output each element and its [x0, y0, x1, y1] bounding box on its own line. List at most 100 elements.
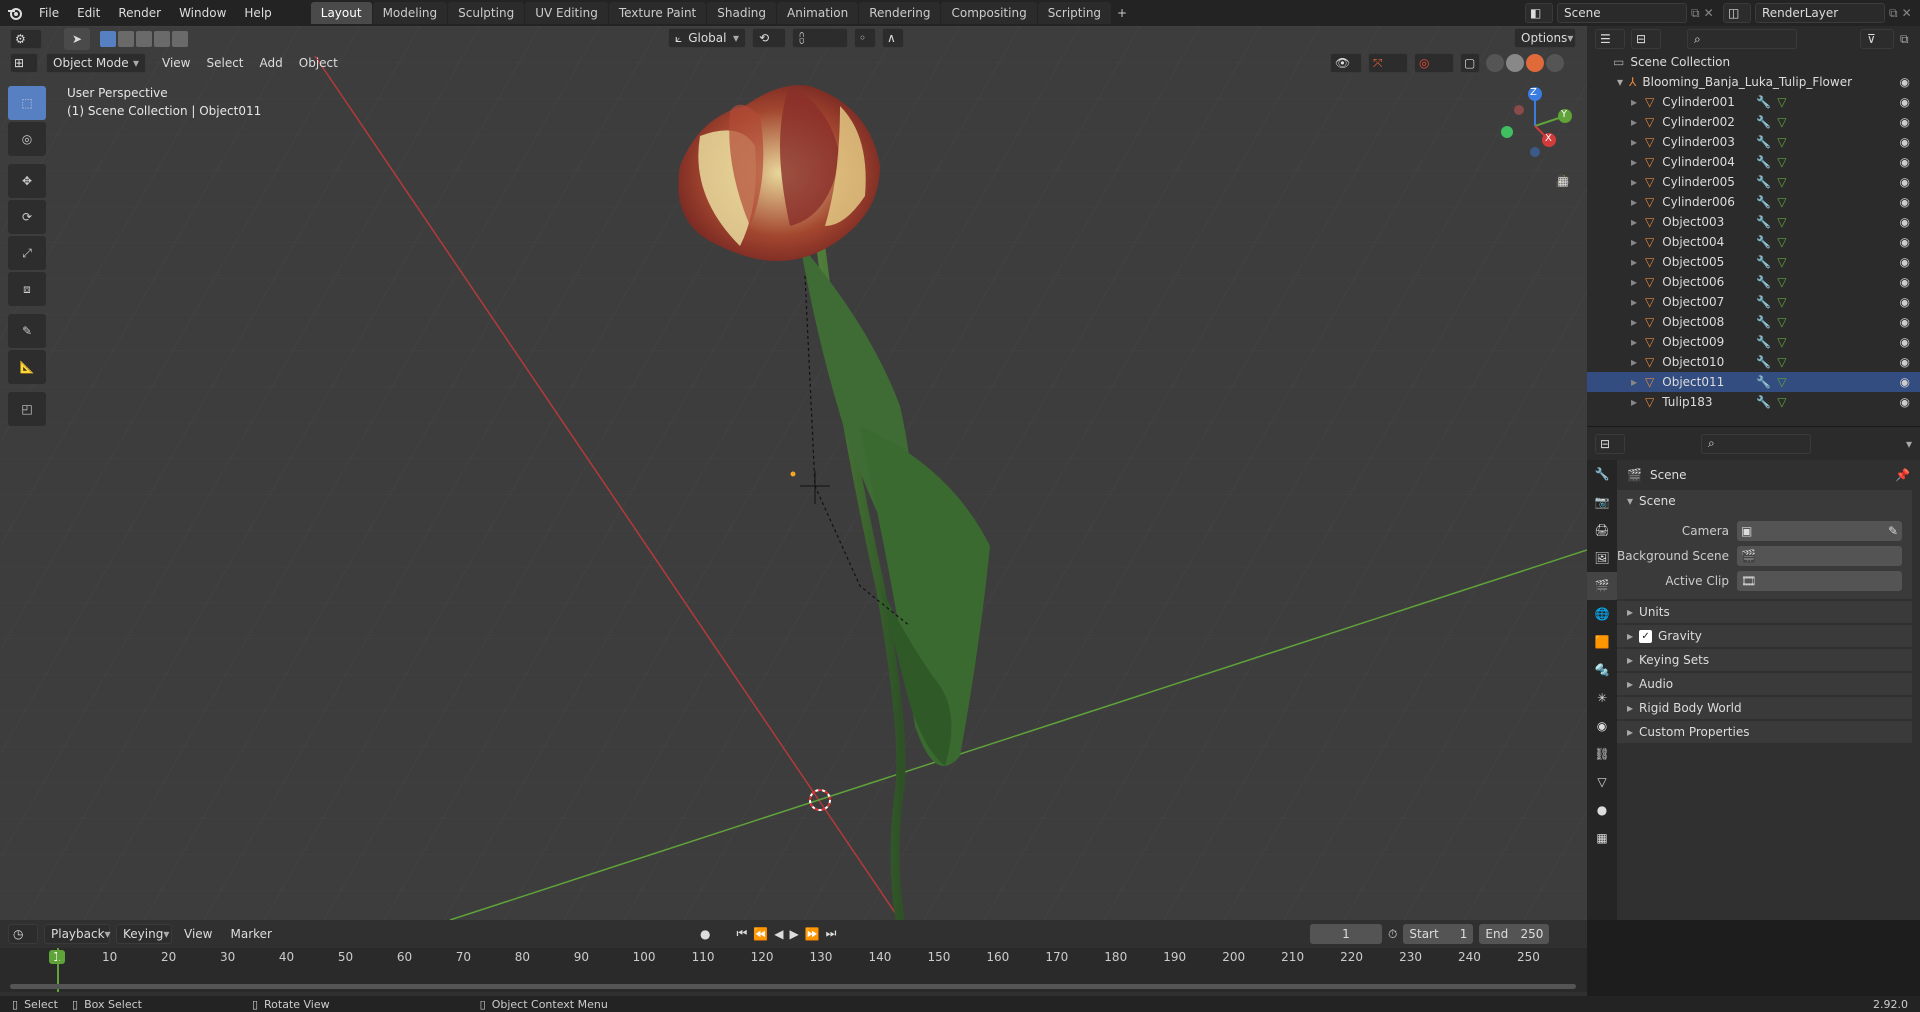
- mesh-data-icon[interactable]: ▽: [1777, 235, 1786, 249]
- orientation-selector[interactable]: ⟀ Global ▾: [668, 28, 746, 48]
- outliner-object-row[interactable]: ▸ ▽ Cylinder002 🔧 ▽ ◉: [1587, 112, 1920, 132]
- visibility-eye-icon[interactable]: ◉: [1900, 215, 1910, 229]
- view-layer-tab-icon[interactable]: 🖼: [1587, 544, 1617, 572]
- visibility-eye-icon[interactable]: ◉: [1900, 115, 1910, 129]
- modifier-wrench-icon[interactable]: 🔧: [1756, 275, 1771, 289]
- tab-compositing[interactable]: Compositing: [941, 2, 1037, 24]
- texture-tab-icon[interactable]: ▦: [1587, 824, 1617, 852]
- modifier-wrench-icon[interactable]: 🔧: [1756, 395, 1771, 409]
- measure-tool-icon[interactable]: 📐: [8, 350, 46, 384]
- properties-editor-icon[interactable]: ⊟: [1595, 433, 1625, 454]
- mesh-data-icon[interactable]: ▽: [1777, 155, 1786, 169]
- subpanel-gravity[interactable]: ▸ ✓ Gravity: [1617, 625, 1912, 647]
- tab-shading[interactable]: Shading: [707, 2, 776, 24]
- mesh-data-icon[interactable]: ▽: [1777, 95, 1786, 109]
- record-icon[interactable]: ●: [700, 927, 710, 941]
- eyedropper-icon[interactable]: ✎: [1888, 524, 1898, 538]
- subpanel-rigid-body-world[interactable]: ▸ Rigid Body World: [1617, 697, 1912, 719]
- modifier-wrench-icon[interactable]: 🔧: [1756, 335, 1771, 349]
- tab-scripting[interactable]: Scripting: [1037, 2, 1112, 24]
- timeline-editor-icon[interactable]: ◷: [8, 924, 38, 944]
- visibility-eye-icon[interactable]: ◉: [1900, 255, 1910, 269]
- solid-shading-icon[interactable]: [1506, 54, 1524, 72]
- jump-end-icon[interactable]: ⏭: [826, 926, 837, 941]
- 3d-viewport[interactable]: ⊞ Object Mode ▾ View Select Add Object ⚙ …: [0, 26, 1587, 920]
- scale-tool-icon[interactable]: ⤢: [8, 236, 46, 270]
- move-tool-icon[interactable]: ✥: [8, 164, 46, 198]
- outliner-object-row[interactable]: ▸ ▽ Object010 🔧 ▽ ◉: [1587, 352, 1920, 372]
- keying-menu[interactable]: Keying ▾: [116, 924, 172, 944]
- select-tool-icon[interactable]: ➤: [64, 28, 90, 50]
- add-workspace-button[interactable]: +: [1112, 2, 1132, 24]
- outliner-object-row[interactable]: ▸ ▽ Object009 🔧 ▽ ◉: [1587, 332, 1920, 352]
- active-clip-field[interactable]: 🎞: [1737, 570, 1902, 591]
- world-props-tab-icon[interactable]: 🌐: [1587, 600, 1617, 628]
- expand-arrow-icon[interactable]: ▸: [1631, 115, 1637, 129]
- viewport-menu-view[interactable]: View: [162, 56, 190, 70]
- scene-delete-icon[interactable]: ✕: [1704, 6, 1714, 20]
- modifier-wrench-icon[interactable]: 🔧: [1756, 175, 1771, 189]
- tab-uv-editing[interactable]: UV Editing: [525, 2, 608, 24]
- scene-props-tab-icon[interactable]: 🎬: [1587, 572, 1617, 600]
- renderlayer-new-icon[interactable]: ⧉: [1889, 6, 1898, 21]
- visibility-eye-icon[interactable]: ◉: [1900, 315, 1910, 329]
- subpanel-audio[interactable]: ▸ Audio: [1617, 673, 1912, 695]
- outliner-display-mode-icon[interactable]: ⊟: [1631, 29, 1661, 49]
- jump-start-icon[interactable]: ⏮: [736, 926, 747, 941]
- outliner-object-row[interactable]: ▸ ▽ Object007 🔧 ▽ ◉: [1587, 292, 1920, 312]
- timeline-track-area[interactable]: 1102030405060708090100110120130140150160…: [0, 948, 1587, 992]
- play-icon[interactable]: ▶: [789, 927, 798, 941]
- visibility-eye-icon[interactable]: ◉: [1900, 95, 1910, 109]
- menu-help[interactable]: Help: [235, 0, 280, 26]
- mesh-data-icon[interactable]: ▽: [1777, 375, 1786, 389]
- mesh-data-icon[interactable]: ▽: [1777, 255, 1786, 269]
- play-reverse-icon[interactable]: ◀: [774, 927, 783, 941]
- mesh-data-icon[interactable]: ▽: [1777, 175, 1786, 189]
- playback-menu[interactable]: Playback ▾: [44, 924, 111, 944]
- outliner-collection-row[interactable]: ▾ ⅄ Blooming_Banja_Luka_Tulip_Flower ◉: [1587, 72, 1920, 92]
- start-frame-field[interactable]: Start 1: [1403, 924, 1474, 944]
- stopwatch-icon[interactable]: ⏱: [1388, 927, 1397, 942]
- subpanel-units[interactable]: ▸ Units: [1617, 601, 1912, 623]
- modifier-wrench-icon[interactable]: 🔧: [1756, 315, 1771, 329]
- visibility-eye-icon[interactable]: ◉: [1900, 395, 1910, 409]
- annotate-tool-icon[interactable]: ✎: [8, 314, 46, 348]
- expand-arrow-icon[interactable]: ▸: [1631, 175, 1637, 189]
- outliner-object-row[interactable]: ▸ ▽ Object003 🔧 ▽ ◉: [1587, 212, 1920, 232]
- viewport-menu-add[interactable]: Add: [260, 56, 283, 70]
- modifier-wrench-icon[interactable]: 🔧: [1756, 375, 1771, 389]
- tab-sculpting[interactable]: Sculpting: [448, 2, 525, 24]
- visibility-eye-icon[interactable]: ◉: [1900, 295, 1910, 309]
- expand-arrow-icon[interactable]: ▸: [1631, 195, 1637, 209]
- current-frame-field[interactable]: 1: [1310, 924, 1382, 944]
- timeline-menu-marker[interactable]: Marker: [230, 927, 271, 941]
- mesh-data-icon[interactable]: ▽: [1777, 135, 1786, 149]
- subpanel-custom-properties[interactable]: ▸ Custom Properties: [1617, 721, 1912, 743]
- outliner-object-row[interactable]: ▸ ▽ Object011 🔧 ▽ ◉: [1587, 372, 1920, 392]
- visibility-eye-icon[interactable]: ◉: [1900, 155, 1910, 169]
- modifier-wrench-icon[interactable]: 🔧: [1756, 215, 1771, 229]
- falloff-icon[interactable]: ∧: [882, 28, 904, 48]
- modifier-wrench-icon[interactable]: 🔧: [1756, 235, 1771, 249]
- visibility-eye-icon[interactable]: ◉: [1900, 355, 1910, 369]
- renderlayer-name-field[interactable]: RenderLayer: [1755, 3, 1885, 23]
- outliner-search-input[interactable]: ⌕: [1687, 29, 1797, 49]
- timeline-scrollbar[interactable]: [10, 984, 1576, 989]
- transform-tool-icon[interactable]: ⧈: [8, 272, 46, 306]
- outliner-object-row[interactable]: ▸ ▽ Cylinder003 🔧 ▽ ◉: [1587, 132, 1920, 152]
- camera-field[interactable]: ▣ ✎: [1737, 520, 1902, 541]
- outliner-object-row[interactable]: ▸ ▽ Cylinder006 🔧 ▽ ◉: [1587, 192, 1920, 212]
- modifier-wrench-icon[interactable]: 🔧: [1756, 355, 1771, 369]
- menu-window[interactable]: Window: [170, 0, 235, 26]
- mesh-data-icon[interactable]: ▽: [1777, 275, 1786, 289]
- wireframe-shading-icon[interactable]: [1486, 54, 1504, 72]
- select-box-tool-icon[interactable]: ⬚: [8, 86, 46, 120]
- visibility-eye-icon[interactable]: ◉: [1900, 335, 1910, 349]
- outliner-object-row[interactable]: ▸ ▽ Tulip183 🔧 ▽ ◉: [1587, 392, 1920, 412]
- mesh-data-icon[interactable]: ▽: [1777, 195, 1786, 209]
- expand-arrow-icon[interactable]: ▸: [1631, 135, 1637, 149]
- expand-arrow-icon[interactable]: ▸: [1631, 215, 1637, 229]
- tab-modeling[interactable]: Modeling: [372, 2, 448, 24]
- expand-arrow-icon[interactable]: ▸: [1631, 375, 1637, 389]
- mesh-data-icon[interactable]: ▽: [1777, 295, 1786, 309]
